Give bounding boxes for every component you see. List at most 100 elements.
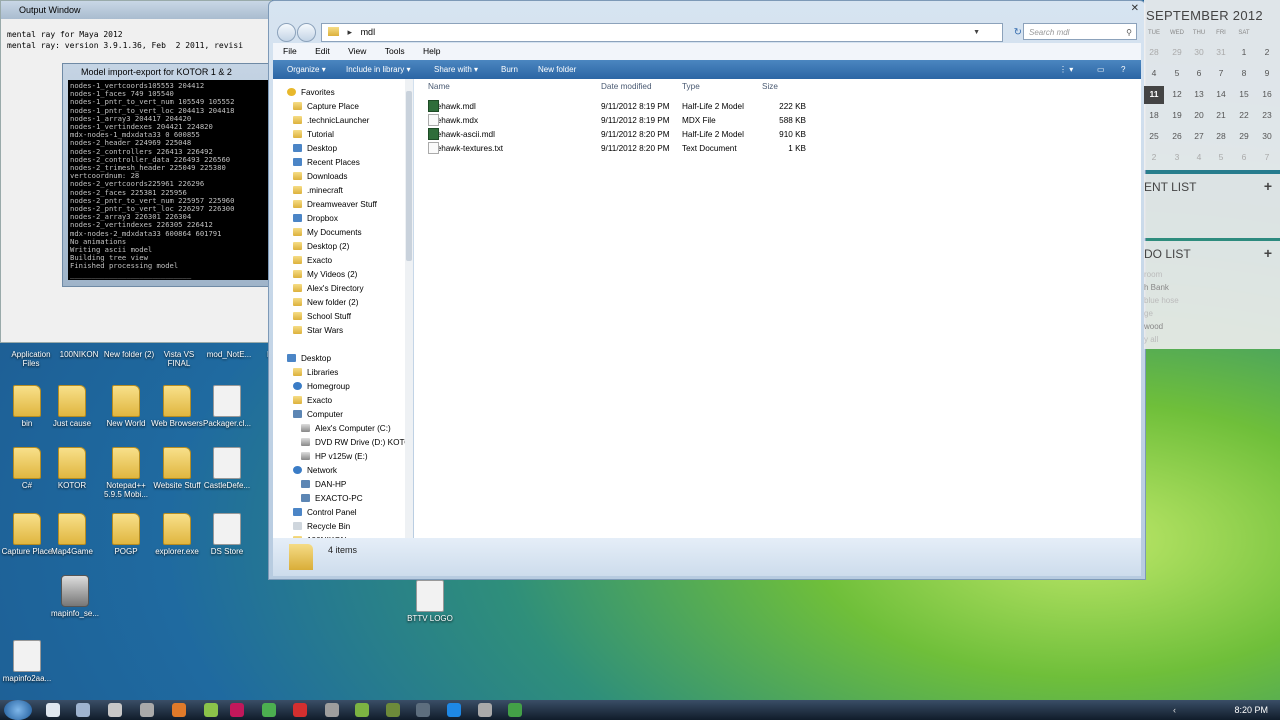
refresh-icon[interactable]: ↻	[1014, 24, 1022, 41]
calendar-day[interactable]: 31	[1211, 47, 1231, 57]
taskbar-app-button[interactable]	[262, 703, 276, 717]
calendar-day[interactable]: 29	[1234, 131, 1254, 141]
address-dropdown-icon[interactable]: ▼	[973, 24, 980, 41]
nav-item[interactable]: Alex's Directory	[293, 282, 364, 296]
nav-item[interactable]: Desktop	[287, 352, 331, 366]
organize-button[interactable]: Organize ▾	[287, 60, 326, 79]
menu-tools[interactable]: Tools	[385, 46, 405, 56]
taskbar-app-button[interactable]	[230, 703, 244, 717]
nav-item[interactable]: Capture Place	[293, 100, 359, 114]
desktop-icon[interactable]: KOTOR	[45, 447, 99, 490]
desktop-icon[interactable]: Just cause	[45, 385, 99, 428]
nav-item[interactable]: Exacto	[293, 254, 332, 268]
taskbar-app-button[interactable]	[172, 703, 186, 717]
breadcrumb-current[interactable]: mdl	[361, 27, 376, 37]
nav-item[interactable]: School Stuff	[293, 310, 351, 324]
calendar-day[interactable]: 6	[1234, 152, 1254, 162]
calendar-day[interactable]: 25	[1144, 131, 1164, 141]
help-icon[interactable]: ?	[1121, 60, 1125, 79]
desktop-icon-label[interactable]: Application Files	[4, 350, 58, 368]
calendar-day[interactable]: 30	[1189, 47, 1209, 57]
calendar-day[interactable]: 11	[1144, 89, 1164, 99]
file-row[interactable]: v_ehawk-textures.txt 9/11/2012 8:20 PM Tex…	[414, 142, 1141, 156]
menu-help[interactable]: Help	[423, 46, 440, 56]
calendar-day[interactable]: 21	[1211, 110, 1231, 120]
desktop-icon-label[interactable]: 100NIKON	[52, 350, 106, 359]
todo-item[interactable]: ge	[1144, 309, 1153, 318]
nav-item[interactable]: .minecraft	[293, 184, 343, 198]
taskbar-app-button[interactable]	[416, 703, 430, 717]
desktop-icon-label[interactable]: New folder (2)	[102, 350, 156, 359]
taskbar-app-button[interactable]	[140, 703, 154, 717]
desktop-icon[interactable]: BTTV LOGO	[403, 580, 457, 623]
taskbar-app-button[interactable]	[508, 703, 522, 717]
kotor-tool-window[interactable]: Model import-export for KOTOR 1 & 2 node…	[62, 63, 272, 287]
desktop-icon[interactable]: mapinfo2aa...	[0, 640, 54, 683]
share-with-button[interactable]: Share with ▾	[434, 60, 478, 79]
nav-item[interactable]: Homegroup	[293, 380, 350, 394]
todo-item[interactable]: room	[1144, 270, 1162, 279]
menu-file[interactable]: File	[283, 46, 297, 56]
add-event-button[interactable]: +	[1264, 174, 1272, 198]
nav-item[interactable]: .technicLauncher	[293, 114, 369, 128]
nav-item[interactable]: Control Panel	[293, 506, 357, 520]
desktop-icon[interactable]: Website Stuff	[150, 447, 204, 490]
new-folder-button[interactable]: New folder	[538, 60, 576, 79]
calendar-day[interactable]: 26	[1167, 131, 1187, 141]
nav-item[interactable]: Computer	[293, 408, 343, 422]
calendar-day[interactable]: 13	[1189, 89, 1209, 99]
todo-item[interactable]: h Bank	[1144, 283, 1169, 292]
calendar-day[interactable]: 7	[1257, 152, 1277, 162]
system-tray-icons[interactable]	[1180, 703, 1220, 717]
calendar-day[interactable]: 23	[1257, 110, 1277, 120]
nav-item[interactable]: Recent Places	[293, 156, 360, 170]
calendar-day[interactable]: 14	[1211, 89, 1231, 99]
nav-item[interactable]: Tutorial	[293, 128, 334, 142]
desktop-icon[interactable]: Web Browsers	[150, 385, 204, 428]
calendar-day[interactable]: 18	[1144, 110, 1164, 120]
nav-item[interactable]: DVD RW Drive (D:) KOTOR	[301, 436, 410, 450]
calendar-day[interactable]: 27	[1189, 131, 1209, 141]
file-row[interactable]: v_ehawk-ascii.mdl 9/11/2012 8:20 PM Half-L…	[414, 128, 1141, 142]
calendar-day[interactable]: 30	[1257, 131, 1277, 141]
nav-item[interactable]: Alex's Computer (C:)	[301, 422, 391, 436]
calendar-day[interactable]: 28	[1144, 47, 1164, 57]
nav-item[interactable]: Exacto	[293, 394, 332, 408]
column-date-modified[interactable]: Date modified	[601, 82, 652, 91]
calendar-day[interactable]: 5	[1167, 68, 1187, 78]
desktop-icon[interactable]: Notepad++ 5.9.5 Mobi...	[99, 447, 153, 499]
calendar-day[interactable]: 9	[1257, 68, 1277, 78]
calendar-day[interactable]: 16	[1257, 89, 1277, 99]
taskbar-app-button[interactable]	[447, 703, 461, 717]
nav-item[interactable]: Downloads	[293, 170, 348, 184]
address-bar[interactable]: ▸ mdl ▼ ↻	[321, 23, 1022, 42]
nav-item[interactable]: Desktop (2)	[293, 240, 349, 254]
search-icon[interactable]: ⚲	[1126, 24, 1132, 41]
view-options-icon[interactable]: ⋮ ▾	[1059, 60, 1073, 79]
taskbar-app-button[interactable]	[76, 703, 90, 717]
desktop-icon[interactable]: Map4Game	[45, 513, 99, 556]
start-button[interactable]	[4, 700, 32, 720]
desktop-icon[interactable]: New World	[99, 385, 153, 428]
tray-expand-icon[interactable]: ‹	[1173, 700, 1176, 720]
taskbar-app-button[interactable]	[293, 703, 307, 717]
desktop-icon[interactable]: DS Store	[200, 513, 254, 556]
calendar-day[interactable]: 5	[1211, 152, 1231, 162]
scrollbar-thumb[interactable]	[406, 91, 412, 261]
nav-item[interactable]: Libraries	[293, 366, 338, 380]
nav-item[interactable]: My Documents	[293, 226, 362, 240]
menu-view[interactable]: View	[348, 46, 366, 56]
forward-button[interactable]	[297, 23, 316, 42]
calendar-day[interactable]: 22	[1234, 110, 1254, 120]
calendar-day[interactable]: 4	[1144, 68, 1164, 78]
nav-item[interactable]: Favorites	[287, 86, 335, 100]
taskbar-app-button[interactable]	[478, 703, 492, 717]
calendar-day[interactable]: 3	[1167, 152, 1187, 162]
nav-item[interactable]: Star Wars	[293, 324, 343, 338]
desktop-icon-label[interactable]: mod_NotE...	[202, 350, 256, 359]
nav-item[interactable]: Desktop	[293, 142, 337, 156]
nav-item[interactable]: New folder (2)	[293, 296, 358, 310]
explorer-window[interactable]: ▸ mdl ▼ ↻ Search mdl ⚲ File Edit View To…	[268, 0, 1146, 580]
column-size[interactable]: Size	[762, 82, 778, 91]
todo-item[interactable]: blue hose	[1144, 296, 1179, 305]
